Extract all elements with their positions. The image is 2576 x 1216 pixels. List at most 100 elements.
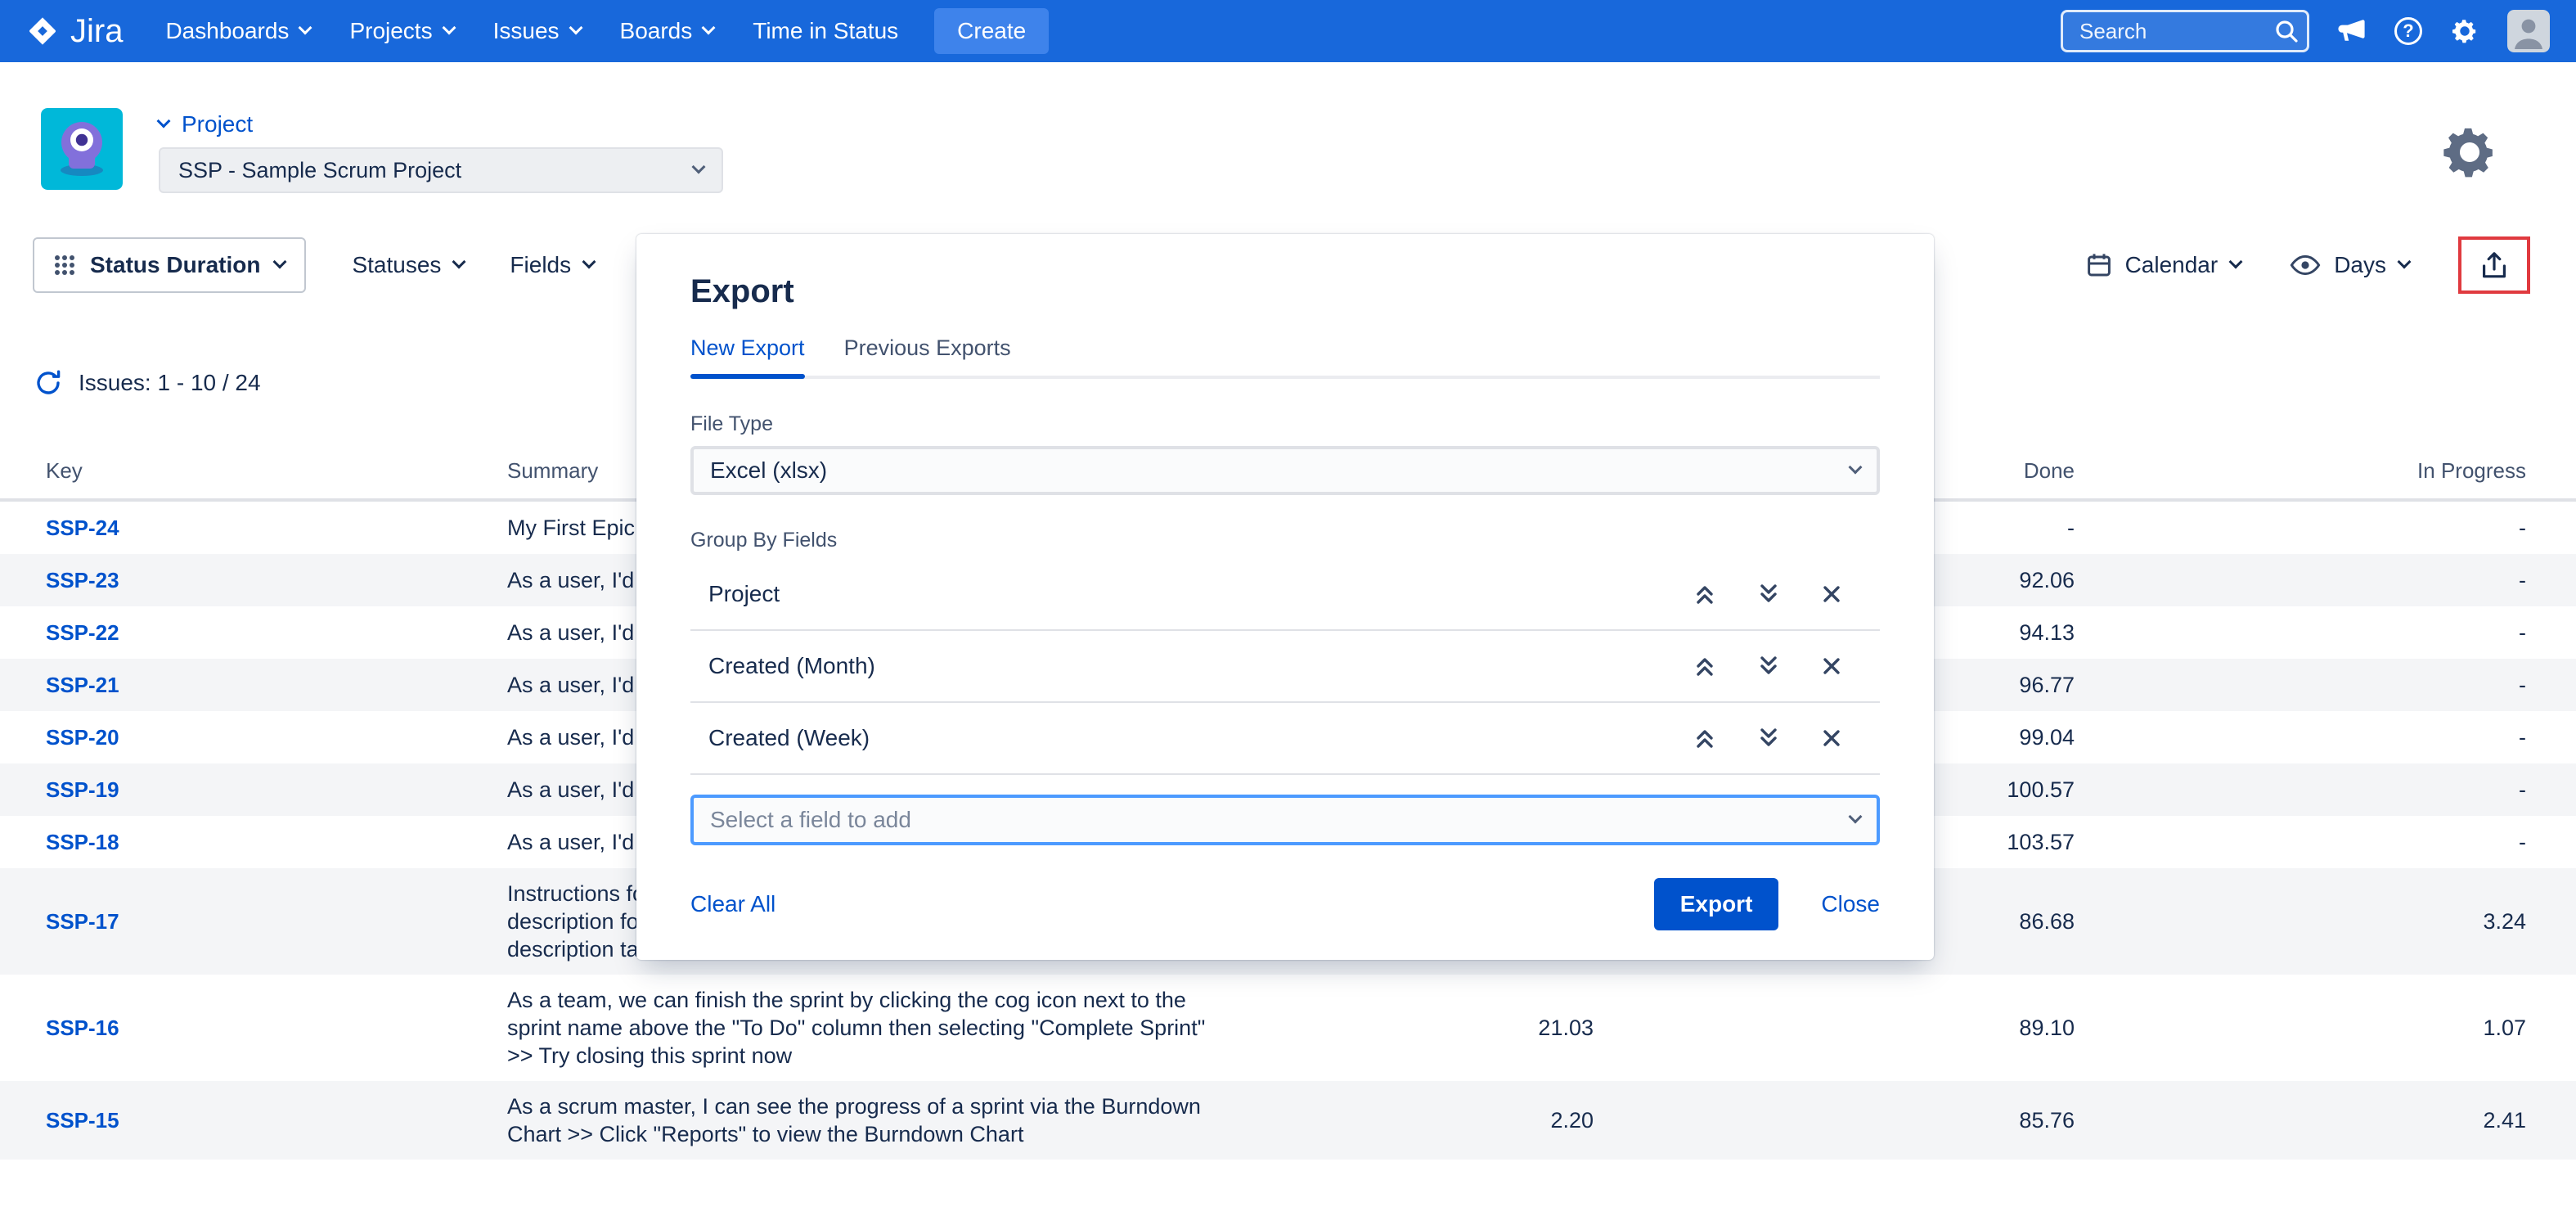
project-breadcrumb[interactable]: Project xyxy=(159,108,723,141)
export-submit-button[interactable]: Export xyxy=(1654,878,1779,930)
settings-gear-icon[interactable] xyxy=(2450,16,2479,46)
help-icon[interactable]: ? xyxy=(2394,17,2422,45)
topnav-right: ? xyxy=(2061,10,2550,52)
move-down-icon[interactable] xyxy=(1757,655,1780,678)
create-button[interactable]: Create xyxy=(934,8,1049,54)
nav-item-issues[interactable]: Issues xyxy=(474,0,600,62)
chevron-down-icon xyxy=(452,255,466,269)
remove-field-icon[interactable] xyxy=(1821,583,1842,605)
remove-field-icon[interactable] xyxy=(1821,655,1842,677)
report-settings-gear-icon[interactable] xyxy=(2439,121,2501,183)
issue-key-link[interactable]: SSP-20 xyxy=(46,725,507,750)
column-header-key: Key xyxy=(46,458,507,484)
statuses-dropdown[interactable]: Statuses xyxy=(352,252,464,278)
fields-dropdown[interactable]: Fields xyxy=(510,252,594,278)
cell-in-progress: - xyxy=(2075,830,2526,855)
table-row: SSP-16As a team, we can finish the sprin… xyxy=(0,975,2576,1081)
move-down-icon[interactable] xyxy=(1757,727,1780,750)
statuses-label: Statuses xyxy=(352,252,441,278)
days-dropdown[interactable]: Days xyxy=(2290,252,2409,278)
jira-home-link[interactable]: Jira xyxy=(26,13,123,50)
issue-key-link[interactable]: SSP-23 xyxy=(46,568,507,593)
cell-in-progress: - xyxy=(2075,673,2526,698)
cell-in-progress: 3.24 xyxy=(2075,909,2526,935)
cell-in-progress: - xyxy=(2075,516,2526,541)
chevron-down-icon xyxy=(157,115,171,128)
chevron-down-icon xyxy=(702,21,716,35)
issue-key-link[interactable]: SSP-24 xyxy=(46,516,507,541)
group-by-label: Group By Fields xyxy=(690,528,1880,552)
issue-key-link[interactable]: SSP-21 xyxy=(46,673,507,698)
view-selector-button[interactable]: Status Duration xyxy=(33,237,306,293)
search-icon xyxy=(2275,20,2298,43)
move-up-icon[interactable] xyxy=(1693,727,1716,750)
tab-previous-exports[interactable]: Previous Exports xyxy=(844,336,1011,376)
file-type-value: Excel (xlsx) xyxy=(710,457,827,484)
export-icon xyxy=(2479,250,2509,281)
move-up-icon[interactable] xyxy=(1693,583,1716,606)
export-dialog: Export New ExportPrevious Exports File T… xyxy=(636,234,1934,960)
group-field-actions xyxy=(1693,583,1842,606)
calendar-dropdown[interactable]: Calendar xyxy=(2086,252,2241,278)
calendar-icon xyxy=(2086,252,2112,278)
chevron-down-icon xyxy=(1849,810,1863,824)
add-field-select[interactable]: Select a field to add xyxy=(690,795,1880,845)
file-type-select[interactable]: Excel (xlsx) xyxy=(690,446,1880,495)
move-down-icon[interactable] xyxy=(1757,583,1780,606)
group-field-label: Project xyxy=(708,581,780,607)
add-field-placeholder: Select a field to add xyxy=(710,807,911,833)
nav-item-label: Boards xyxy=(620,18,693,44)
move-up-icon[interactable] xyxy=(1693,655,1716,678)
search-input[interactable] xyxy=(2061,10,2309,52)
refresh-icon[interactable] xyxy=(34,369,62,397)
announcement-icon[interactable] xyxy=(2337,18,2367,44)
table-row: SSP-15As a scrum master, I can see the p… xyxy=(0,1081,2576,1160)
clear-all-link[interactable]: Clear All xyxy=(690,891,775,917)
issue-summary: As a scrum master, I can see the progres… xyxy=(507,1081,1348,1160)
issue-key-link[interactable]: SSP-19 xyxy=(46,777,507,803)
remove-field-icon[interactable] xyxy=(1821,727,1842,749)
project-select[interactable]: SSP - Sample Scrum Project xyxy=(159,147,723,193)
issues-count: Issues: 1 - 10 / 24 xyxy=(79,370,261,396)
calendar-label: Calendar xyxy=(2125,252,2219,278)
project-header: Project SSP - Sample Scrum Project xyxy=(0,62,2576,193)
project-avatar xyxy=(41,108,123,190)
cell-in-progress: 1.07 xyxy=(2075,1016,2526,1041)
nav-item-label: Issues xyxy=(493,18,560,44)
group-field-row: Project xyxy=(690,559,1880,631)
nav-item-dashboards[interactable]: Dashboards xyxy=(146,0,330,62)
issue-summary: As a team, we can finish the sprint by c… xyxy=(507,975,1348,1081)
user-avatar[interactable] xyxy=(2507,10,2550,52)
nav-item-boards[interactable]: Boards xyxy=(600,0,734,62)
search-box xyxy=(2061,10,2309,52)
cell-done: 89.10 xyxy=(1594,1016,2075,1041)
group-field-row: Created (Month) xyxy=(690,631,1880,703)
cell-hidden-column: 2.20 xyxy=(1348,1108,1594,1133)
chevron-down-icon xyxy=(692,160,706,174)
fields-label: Fields xyxy=(510,252,571,278)
group-field-label: Created (Month) xyxy=(708,653,875,679)
topnav-menu: Dashboards Projects Issues Boards Time in St… xyxy=(146,0,918,62)
export-button[interactable] xyxy=(2461,240,2527,290)
brand-name: Jira xyxy=(70,13,123,50)
nav-item-time-in-status[interactable]: Time in Status xyxy=(733,0,918,62)
cell-in-progress: - xyxy=(2075,725,2526,750)
nav-item-label: Dashboards xyxy=(165,18,289,44)
group-field-actions xyxy=(1693,655,1842,678)
group-fields-list: ProjectCreated (Month)Created (Week) xyxy=(690,559,1880,775)
issue-key-link[interactable]: SSP-17 xyxy=(46,909,507,935)
issue-key-link[interactable]: SSP-22 xyxy=(46,620,507,646)
cell-in-progress: 2.41 xyxy=(2075,1108,2526,1133)
close-link[interactable]: Close xyxy=(1821,891,1880,917)
issue-key-link[interactable]: SSP-18 xyxy=(46,830,507,855)
breadcrumb-label: Project xyxy=(182,111,253,137)
modal-footer: Clear All Export Close xyxy=(690,878,1880,930)
issue-key-link[interactable]: SSP-15 xyxy=(46,1108,507,1133)
tab-new-export[interactable]: New Export xyxy=(690,336,805,376)
project-selector-group: Project SSP - Sample Scrum Project xyxy=(159,108,723,193)
toolbar-right: Calendar Days xyxy=(2086,236,2530,294)
issue-key-link[interactable]: SSP-16 xyxy=(46,1016,507,1041)
nav-item-projects[interactable]: Projects xyxy=(330,0,473,62)
footer-actions: Export Close xyxy=(1654,878,1880,930)
column-header-in-progress: In Progress xyxy=(2075,458,2526,484)
